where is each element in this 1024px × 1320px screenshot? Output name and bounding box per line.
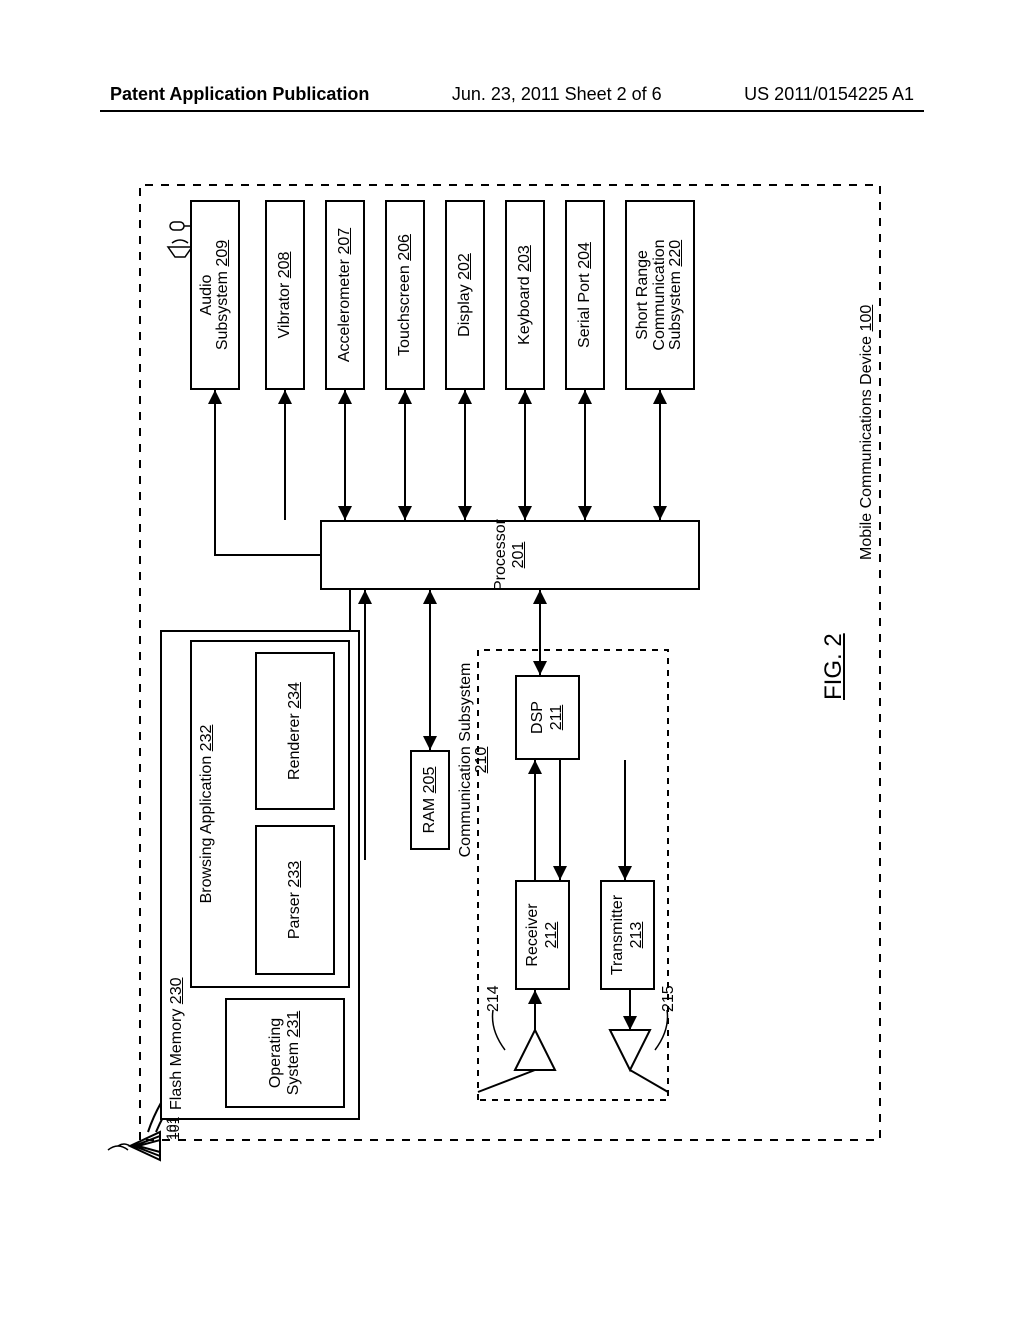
figure-label: FIG. 2 (820, 633, 848, 700)
browsing-app-label: Browsing Application 232 (198, 725, 216, 904)
touchscreen-text: Touchscreen (396, 265, 413, 356)
audio-line1: Audio (199, 275, 215, 316)
os-ref: 231 (285, 1011, 302, 1038)
parser-text: Parser (286, 892, 303, 939)
short-range-box: Short Range Communication Subsystem 220 (625, 200, 695, 390)
transmitter-text: Transmitter (609, 895, 627, 975)
touchscreen-ref: 206 (396, 234, 413, 261)
receiver-text: Receiver (524, 903, 542, 966)
page-header: Patent Application Publication Jun. 23, … (0, 84, 1024, 105)
header-center: Jun. 23, 2011 Sheet 2 of 6 (452, 84, 662, 105)
keyboard-ref: 203 (516, 245, 533, 272)
amp-tx-ref: 215 (660, 985, 678, 1012)
speaker-icon (168, 240, 192, 257)
browsing-app-ref: 232 (198, 725, 215, 752)
short-range-line2: Communication (652, 239, 669, 350)
renderer-text: Renderer (286, 713, 303, 780)
header-left: Patent Application Publication (110, 84, 369, 105)
operating-system-box: Operating System 231 (225, 998, 345, 1108)
audio-box: Audio Subsystem 209 (190, 200, 240, 390)
processor-ref: 201 (510, 542, 528, 569)
comm-subsystem-label: Communication Subsystem 210 (458, 660, 490, 860)
comm-subsystem-line2: 210 (473, 747, 490, 774)
keyboard-box: Keyboard 203 (505, 200, 545, 390)
header-rule (100, 110, 924, 112)
os-line2: System (285, 1042, 302, 1095)
header-right: US 2011/0154225 A1 (744, 84, 914, 105)
display-box: Display 202 (445, 200, 485, 390)
comm-subsystem-text: Communication Subsystem (457, 663, 474, 858)
parser-ref: 233 (286, 861, 303, 888)
dsp-box: DSP 211 (515, 675, 580, 760)
figure-area: 101 (120, 160, 904, 1180)
flash-memory-label: Flash Memory 230 (168, 977, 186, 1110)
processor-text: Processor (492, 519, 510, 591)
vibrator-text: Vibrator (276, 283, 293, 339)
antenna-ref-label: 101 (166, 1117, 182, 1140)
renderer-ref: 234 (286, 682, 303, 709)
processor-box: Processor 201 (320, 520, 700, 590)
device-boundary-label: Mobile Communications Device 100 (858, 305, 876, 560)
accelerometer-box: Accelerometer 207 (325, 200, 365, 390)
diagram-root: 101 (120, 160, 904, 1180)
ram-ref: 205 (421, 767, 438, 794)
parser-box: Parser 233 (255, 825, 335, 975)
serial-port-box: Serial Port 204 (565, 200, 605, 390)
receiver-box: Receiver 212 (515, 880, 570, 990)
vibrator-ref: 208 (276, 252, 293, 279)
short-range-line1: Short Range (635, 250, 652, 340)
transmitter-box: Transmitter 213 (600, 880, 655, 990)
flash-memory-ref: 230 (168, 977, 185, 1004)
touchscreen-box: Touchscreen 206 (385, 200, 425, 390)
audio-line2: Subsystem (214, 271, 231, 350)
keyboard-text: Keyboard (516, 276, 533, 345)
device-boundary-text: Mobile Communications Device (858, 336, 875, 560)
browsing-app-text: Browsing Application (198, 756, 215, 904)
page: Patent Application Publication Jun. 23, … (0, 0, 1024, 1320)
microphone-icon (170, 220, 192, 232)
renderer-box: Renderer 234 (255, 652, 335, 810)
os-line1: Operating (267, 1018, 285, 1088)
ram-text: RAM (421, 798, 438, 834)
short-range-line3: Subsystem (667, 271, 684, 350)
audio-ref: 209 (214, 240, 231, 267)
comm-subsystem-ref: 210 (473, 747, 490, 774)
accelerometer-text: Accelerometer (336, 259, 353, 362)
vibrator-box: Vibrator 208 (265, 200, 305, 390)
serial-port-ref: 204 (576, 242, 593, 269)
short-range-ref: 220 (667, 240, 684, 267)
receiver-ref: 212 (543, 922, 561, 949)
dsp-text: DSP (529, 701, 547, 734)
display-ref: 202 (456, 253, 473, 280)
flash-memory-text: Flash Memory (168, 1009, 185, 1110)
transmitter-ref: 213 (628, 922, 646, 949)
display-text: Display (456, 284, 473, 336)
serial-port-text: Serial Port (576, 273, 593, 348)
ram-box: RAM 205 (410, 750, 450, 850)
accelerometer-ref: 207 (336, 228, 353, 255)
amp-rx-ref: 214 (485, 985, 503, 1012)
device-boundary-ref: 100 (858, 305, 875, 332)
dsp-ref: 211 (548, 705, 566, 731)
